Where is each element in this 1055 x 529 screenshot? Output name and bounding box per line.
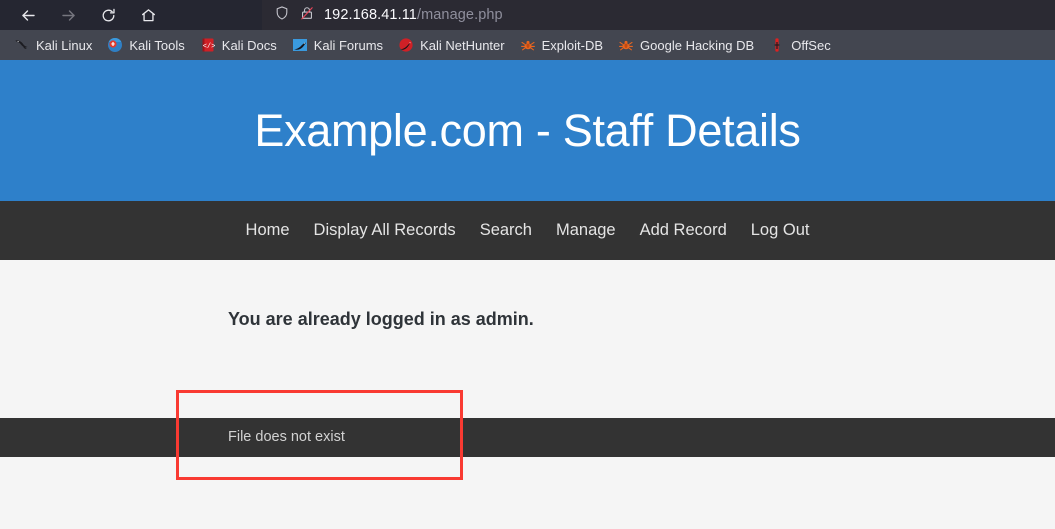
arrow-right-icon — [60, 7, 77, 24]
bookmark-label: Kali NetHunter — [420, 37, 505, 53]
bookmark-kali-nethunter[interactable]: Kali NetHunter — [392, 34, 511, 56]
bookmark-google-hacking-db[interactable]: Google Hacking DB — [612, 34, 760, 56]
bookmark-label: OffSec — [791, 37, 831, 53]
bookmark-label: Exploit-DB — [541, 37, 604, 53]
site-header: Example.com - Staff Details — [0, 60, 1055, 201]
url-host: 192.168.41.11 — [324, 7, 417, 23]
browser-toolbar: 192.168.41.11/manage.php — [0, 0, 1055, 30]
file-error-message: File does not exist — [228, 429, 345, 445]
bookmark-kali-docs[interactable]: </> Kali Docs — [194, 34, 283, 56]
kali-docs-icon: </> — [200, 37, 216, 53]
offsec-icon — [769, 37, 785, 53]
browser-nav-buttons — [0, 0, 168, 30]
login-status-message: You are already logged in as admin. — [228, 309, 534, 329]
nav-link-add-record[interactable]: Add Record — [628, 221, 739, 240]
bookmark-offsec[interactable]: OffSec — [763, 34, 837, 56]
bookmark-kali-forums[interactable]: Kali Forums — [286, 34, 389, 56]
exploit-db-icon — [520, 37, 536, 53]
kali-forums-icon — [292, 37, 308, 53]
shield-icon[interactable] — [274, 5, 290, 26]
bookmark-label: Google Hacking DB — [640, 37, 755, 53]
nav-link-manage[interactable]: Manage — [544, 221, 628, 240]
padlock-crossed-icon[interactable] — [299, 5, 315, 26]
url-path: /manage.php — [416, 7, 503, 23]
footer-bar: File does not exist — [0, 418, 1055, 457]
back-button[interactable] — [8, 0, 48, 30]
reload-icon — [100, 7, 117, 24]
bookmark-label: Kali Forums — [313, 37, 384, 53]
bookmark-kali-linux[interactable]: Kali Linux — [8, 34, 98, 56]
reload-button[interactable] — [88, 0, 128, 30]
home-icon — [140, 7, 157, 24]
home-button[interactable] — [128, 0, 168, 30]
bookmark-label: Kali Tools — [129, 37, 185, 53]
svg-text:</>: </> — [202, 43, 215, 51]
bookmark-exploit-db[interactable]: Exploit-DB — [514, 34, 609, 56]
bookmark-label: Kali Docs — [221, 37, 277, 53]
forward-button[interactable] — [48, 0, 88, 30]
nav-link-display-all-records[interactable]: Display All Records — [302, 221, 468, 240]
url-text[interactable]: 192.168.41.11/manage.php — [324, 7, 503, 23]
web-page: Example.com - Staff Details Home Display… — [0, 60, 1055, 525]
nav-link-search[interactable]: Search — [468, 221, 544, 240]
arrow-left-icon — [20, 7, 37, 24]
google-hacking-db-icon — [618, 37, 634, 53]
bookmark-kali-tools[interactable]: Kali Tools — [101, 34, 190, 56]
bookmarks-bar: Kali Linux Kali Tools </> Kali Docs Kali… — [0, 30, 1055, 60]
kali-dragon-icon — [14, 37, 30, 53]
nav-link-log-out[interactable]: Log Out — [739, 221, 822, 240]
kali-nethunter-icon — [398, 37, 414, 53]
bookmark-label: Kali Linux — [36, 37, 93, 53]
site-navbar: Home Display All Records Search Manage A… — [0, 201, 1055, 260]
url-bar[interactable]: 192.168.41.11/manage.php — [262, 0, 1055, 30]
page-title: Example.com - Staff Details — [254, 104, 801, 156]
page-content: You are already logged in as admin. File… — [0, 260, 1055, 525]
nav-link-home[interactable]: Home — [234, 221, 302, 240]
kali-tools-icon — [107, 37, 123, 53]
